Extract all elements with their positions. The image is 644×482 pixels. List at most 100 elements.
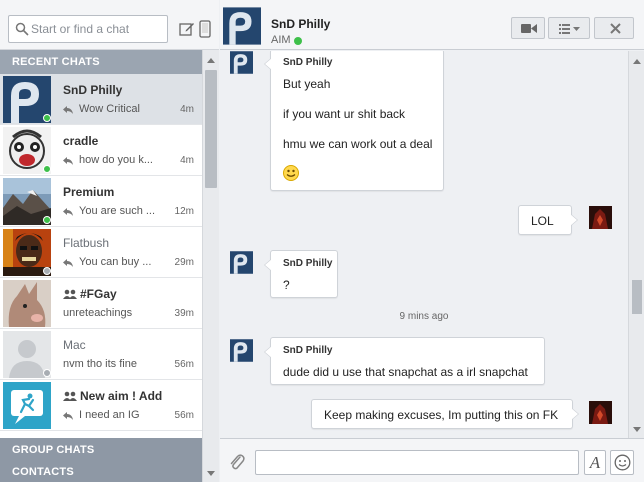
video-call-button[interactable]: [511, 17, 545, 39]
message-list: SnD Philly But yeah if you want ur shit …: [220, 51, 628, 438]
message-bubble-incoming[interactable]: SnD Philly ?: [264, 250, 338, 298]
search-input[interactable]: [31, 20, 163, 38]
chat-snippet: nvm tho its fine: [63, 358, 137, 370]
reply-icon: [63, 208, 73, 216]
presence-online-indicator: [43, 165, 51, 173]
chat-item-mac[interactable]: Mac nvm tho its fine 56m: [0, 329, 202, 380]
message-text: dude did u use that snapchat as a irl sn…: [283, 365, 528, 379]
message-text: Keep making excuses, Im putting this on …: [324, 408, 559, 422]
conversation-header: SnD Philly AIM: [220, 0, 644, 50]
chat-name: Flatbush: [63, 236, 110, 250]
message-input[interactable]: [255, 450, 579, 475]
scroll-down-arrow-icon[interactable]: [207, 471, 215, 476]
chat-item-flatbush[interactable]: Flatbush You can buy ... 29m: [0, 227, 202, 278]
message-sender: SnD Philly: [283, 57, 333, 68]
message-bubble-incoming[interactable]: SnD Philly dude did u use that snapchat …: [264, 337, 545, 385]
scrollbar-thumb[interactable]: [205, 70, 217, 188]
chat-name: #FGay: [80, 287, 117, 301]
search-icon: [15, 22, 29, 36]
presence-online-indicator: [43, 216, 51, 224]
chat-item-premium[interactable]: Premium You are such ... 12m: [0, 176, 202, 227]
chat-name: SnD Philly: [63, 83, 123, 97]
smiley-icon: [614, 454, 631, 471]
conversation-pane: SnD Philly AIM SnD Philly But yeah if yo…: [220, 0, 644, 482]
contact-status: AIM: [271, 34, 291, 46]
mobile-icon[interactable]: [199, 20, 211, 38]
message-timestamp: 9 mins ago: [399, 311, 449, 322]
chat-name: cradle: [63, 134, 99, 148]
group-icon: [63, 289, 77, 299]
chat-time: 56m: [174, 359, 194, 370]
chat-item-snd-philly[interactable]: SnD Philly Wow Critical 4m: [0, 74, 202, 125]
chat-snippet: Wow Critical: [79, 103, 140, 115]
sidebar-scrollbar[interactable]: [202, 50, 219, 482]
contact-name: SnD Philly: [271, 17, 331, 31]
video-camera-icon: [521, 24, 537, 33]
conversation-scrollbar[interactable]: [628, 51, 644, 438]
scroll-up-arrow-icon[interactable]: [633, 59, 641, 64]
smiley-emoji-icon: [283, 165, 299, 181]
message-composer: A: [220, 438, 644, 482]
sender-avatar[interactable]: [230, 51, 253, 74]
sender-avatar[interactable]: [230, 339, 253, 362]
chat-snippet: I need an IG: [79, 409, 140, 421]
attach-paperclip-icon[interactable]: [229, 452, 245, 472]
scroll-down-arrow-icon[interactable]: [633, 427, 641, 432]
options-menu-button[interactable]: [548, 17, 590, 39]
presence-online-indicator: [294, 37, 302, 45]
chat-name: Mac: [63, 338, 86, 352]
message-bubble-outgoing[interactable]: LOL: [518, 205, 578, 235]
message-text: hmu we can work out a deal: [283, 137, 433, 151]
chat-name: New aim ! Add: [80, 389, 163, 403]
presence-offline-indicator: [43, 267, 51, 275]
close-icon: [610, 23, 621, 34]
chat-time: 4m: [180, 104, 194, 115]
presence-online-indicator: [43, 114, 51, 122]
text-format-button[interactable]: A: [584, 450, 606, 475]
group-icon: [63, 391, 77, 401]
chat-snippet: how do you k...: [79, 154, 153, 166]
chat-time: 39m: [174, 308, 194, 319]
close-chat-button[interactable]: [594, 17, 634, 39]
contact-avatar[interactable]: [223, 6, 261, 46]
message-bubble-outgoing[interactable]: Keep making excuses, Im putting this on …: [311, 399, 579, 429]
chat-name: Premium: [63, 185, 115, 199]
reply-icon: [63, 259, 73, 267]
reply-icon: [63, 412, 73, 420]
chat-time: 4m: [180, 155, 194, 166]
chat-snippet: unreteachings: [63, 307, 133, 319]
sender-avatar[interactable]: [230, 251, 253, 274]
emoji-picker-button[interactable]: [610, 450, 634, 475]
message-sender: SnD Philly: [283, 258, 333, 269]
search-box[interactable]: [8, 15, 168, 43]
presence-offline-indicator: [43, 369, 51, 377]
chat-item-fgay[interactable]: #FGay unreteachings 39m: [0, 278, 202, 329]
avatar: [3, 382, 51, 429]
self-avatar[interactable]: [589, 206, 612, 229]
message-bubble-incoming[interactable]: SnD Philly But yeah if you want ur shit …: [264, 51, 444, 191]
self-avatar[interactable]: [589, 401, 612, 424]
chat-item-cradle[interactable]: cradle how do you k... 4m: [0, 125, 202, 176]
compose-icon[interactable]: [179, 21, 195, 37]
reply-icon: [63, 157, 73, 165]
group-chats-header[interactable]: GROUP CHATS: [0, 438, 202, 462]
sidebar: RECENT CHATS SnD Philly Wow Critical 4m: [0, 0, 219, 482]
chat-item-new-aim-add[interactable]: New aim ! Add I need an IG 56m: [0, 380, 202, 431]
scroll-up-arrow-icon[interactable]: [207, 58, 215, 63]
message-text: LOL: [531, 214, 554, 228]
chat-time: 29m: [174, 257, 194, 268]
message-text: But yeah: [283, 77, 331, 91]
message-text: ?: [283, 278, 290, 292]
chat-time: 56m: [174, 410, 194, 421]
contacts-header[interactable]: CONTACTS: [0, 462, 202, 482]
chat-snippet: You can buy ...: [79, 256, 152, 268]
recent-chats-header[interactable]: RECENT CHATS: [0, 50, 202, 74]
scrollbar-thumb[interactable]: [632, 280, 642, 314]
message-sender: SnD Philly: [283, 345, 333, 356]
chat-list: SnD Philly Wow Critical 4m cradle how do: [0, 74, 202, 438]
reply-icon: [63, 106, 73, 114]
chat-snippet: You are such ...: [79, 205, 156, 217]
avatar: [3, 280, 51, 327]
message-text: if you want ur shit back: [283, 107, 406, 121]
chat-time: 12m: [174, 206, 194, 217]
